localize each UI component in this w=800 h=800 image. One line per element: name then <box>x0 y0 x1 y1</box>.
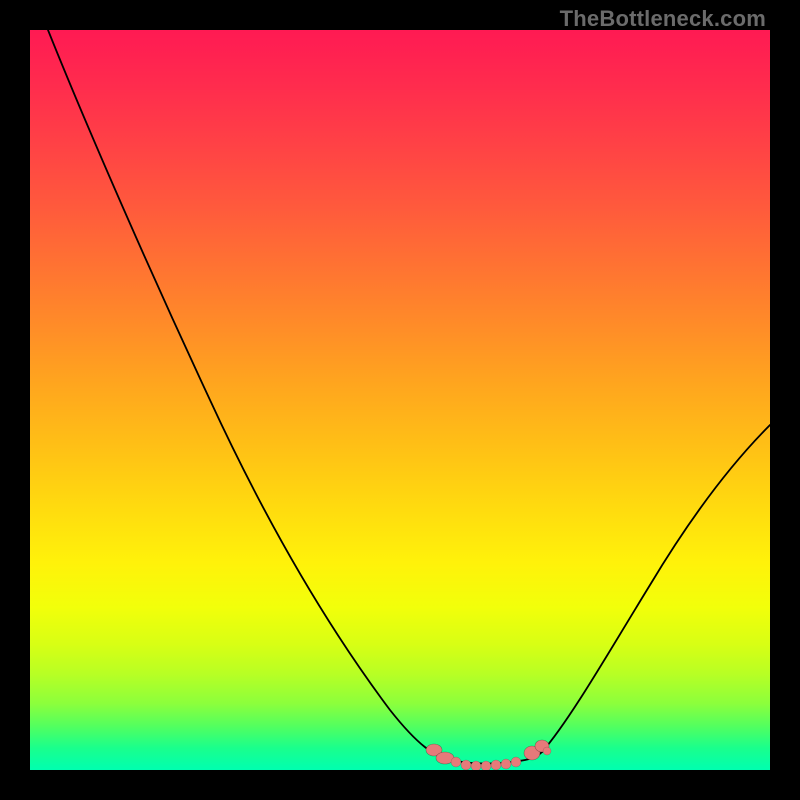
bottleneck-curve <box>30 30 770 770</box>
curve-floor <box>445 752 542 764</box>
plot-area <box>30 30 770 770</box>
curve-right-branch <box>542 425 770 752</box>
watermark-text: TheBottleneck.com <box>560 6 766 32</box>
curve-left-branch <box>48 30 445 758</box>
chart-frame: TheBottleneck.com <box>0 0 800 800</box>
sweet-spot-band <box>426 740 551 770</box>
